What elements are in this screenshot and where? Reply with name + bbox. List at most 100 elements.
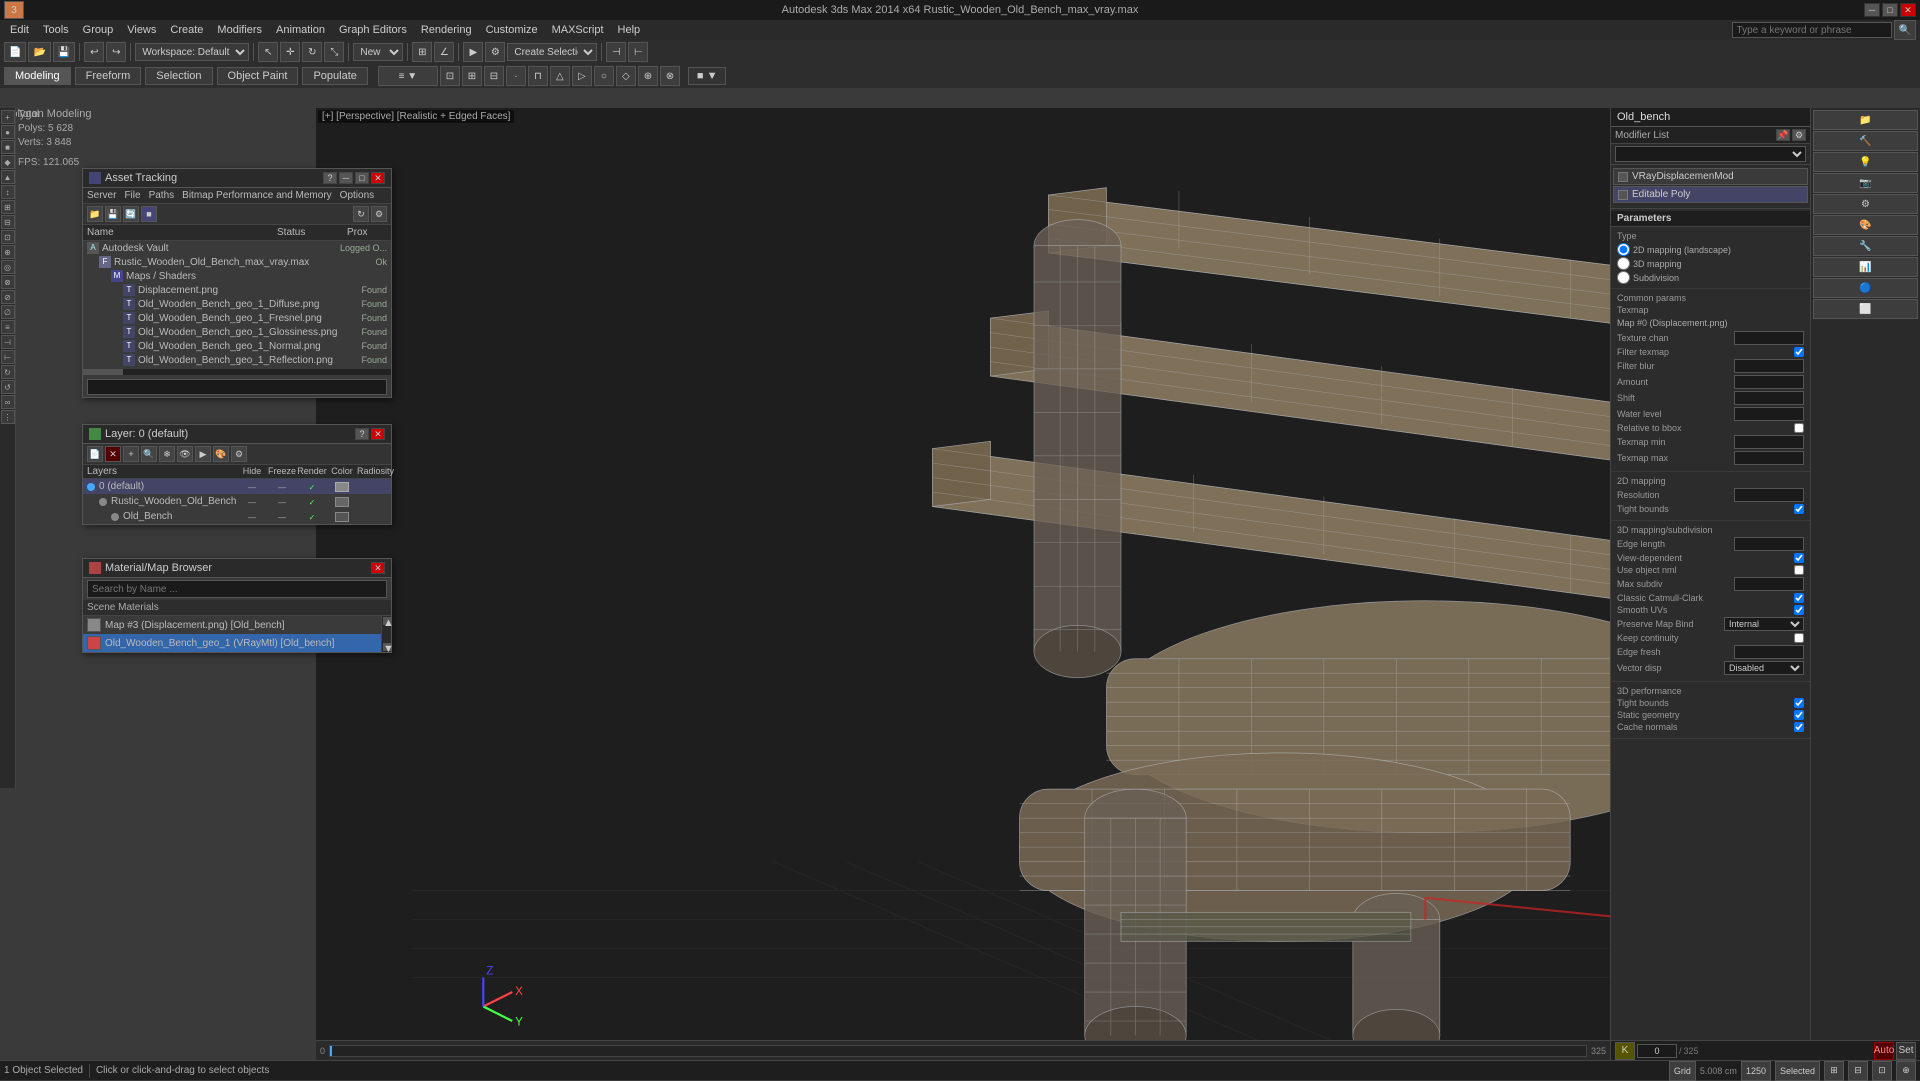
asset-tool-refresh[interactable]: ↻ [353, 206, 369, 222]
layer-old-color-cell[interactable] [327, 512, 357, 522]
layer-item-old-bench[interactable]: Old_Bench — — ✓ [83, 509, 391, 524]
menu-customize[interactable]: Customize [480, 22, 544, 38]
use-obj-nml-checkbox[interactable] [1794, 565, 1804, 575]
anim-key-btn[interactable]: K [1615, 1042, 1635, 1060]
sidebar-icon-12[interactable]: ⊗ [1, 275, 15, 289]
menu-views[interactable]: Views [121, 22, 162, 38]
modeling-btn8[interactable]: ▷ [572, 66, 592, 86]
mod-item-epoly[interactable]: Editable Poly [1613, 186, 1808, 203]
asset-item-reflection[interactable]: T Old_Wooden_Bench_geo_1_Reflection.png … [83, 353, 391, 367]
right-btn-8[interactable]: 📊 [1813, 257, 1918, 277]
mod-pin-btn[interactable]: 📌 [1776, 129, 1790, 141]
texture-chan-input[interactable]: 1 [1734, 331, 1804, 345]
asset-tool-1[interactable]: 📁 [87, 206, 103, 222]
asset-maximize-btn[interactable]: □ [355, 172, 369, 184]
asset-item-max-file[interactable]: F Rustic_Wooden_Old_Bench_max_vray.max O… [83, 255, 391, 269]
sidebar-icon-5[interactable]: ▲ [1, 170, 15, 184]
grid-btn[interactable]: Grid [1669, 1061, 1696, 1081]
rel-bbox-checkbox[interactable] [1794, 423, 1804, 433]
modeling-btn10[interactable]: ◇ [616, 66, 636, 86]
timeline-bar[interactable] [329, 1045, 1587, 1057]
mat-search-input[interactable] [87, 580, 387, 598]
layer-tool-hide[interactable]: 👁 [177, 446, 193, 462]
asset-help-btn[interactable]: ? [323, 172, 337, 184]
tab-object-paint[interactable]: Object Paint [217, 67, 299, 85]
menu-modifiers[interactable]: Modifiers [211, 22, 268, 38]
modifier-dropdown[interactable] [1615, 146, 1806, 162]
modeling-btn11[interactable]: ⊕ [638, 66, 658, 86]
menu-maxscript[interactable]: MAXScript [546, 22, 610, 38]
save-file-button[interactable]: 💾 [53, 42, 75, 62]
layer-close-btn[interactable]: ✕ [371, 428, 385, 440]
mat-close-btn[interactable]: ✕ [371, 562, 385, 574]
extra-control[interactable]: ■ ▼ [688, 67, 727, 85]
select-button[interactable]: ↖ [258, 42, 278, 62]
mod-checkbox-epoly[interactable] [1618, 190, 1628, 200]
sidebar-icon-14[interactable]: ∅ [1, 305, 15, 319]
sidebar-icon-7[interactable]: ⊞ [1, 200, 15, 214]
mod-checkbox-vray[interactable] [1618, 172, 1628, 182]
asset-item-diffuse[interactable]: T Old_Wooden_Bench_geo_1_Diffuse.png Fou… [83, 297, 391, 311]
filter-texmap-checkbox[interactable] [1794, 347, 1804, 357]
texmap-max-input[interactable]: 1.0 [1734, 451, 1804, 465]
search-button[interactable]: 🔍 [1894, 20, 1916, 40]
open-file-button[interactable]: 📂 [28, 42, 50, 62]
mirror-button[interactable]: ⊣ [606, 42, 626, 62]
tab-selection[interactable]: Selection [145, 67, 212, 85]
tab-populate[interactable]: Populate [302, 67, 367, 85]
undo-button[interactable]: ↩ [84, 42, 104, 62]
mat-item-displacement[interactable]: Map #3 (Displacement.png) [Old_bench] [83, 616, 381, 634]
sidebar-icon-8[interactable]: ⊟ [1, 215, 15, 229]
amount-input[interactable]: 1.0cm [1734, 375, 1804, 389]
texmap-min-input[interactable]: 0.0 [1734, 435, 1804, 449]
layer-tool-delete[interactable]: ✕ [105, 446, 121, 462]
bottom-btn-4[interactable]: ⊕ [1896, 1061, 1916, 1081]
sidebar-icon-13[interactable]: ⊘ [1, 290, 15, 304]
layer-bench-color-cell[interactable] [327, 497, 357, 507]
selected-btn[interactable]: Selected [1775, 1061, 1820, 1081]
mod-settings-btn[interactable]: ⚙ [1792, 129, 1806, 141]
asset-scrollbar[interactable] [83, 369, 391, 375]
menu-graph-editors[interactable]: Graph Editors [333, 22, 413, 38]
search-input[interactable] [1732, 22, 1892, 38]
right-btn-7[interactable]: 🔧 [1813, 236, 1918, 256]
layer-tool-color[interactable]: 🎨 [213, 446, 229, 462]
maximize-button[interactable]: □ [1882, 3, 1898, 17]
menu-edit[interactable]: Edit [4, 22, 35, 38]
layer-item-0-default[interactable]: 0 (default) — — ✓ [83, 479, 391, 494]
sidebar-icon-2[interactable]: ● [1, 125, 15, 139]
bottom-btn-2[interactable]: ⊟ [1848, 1061, 1868, 1081]
tab-modeling[interactable]: Modeling [4, 67, 71, 85]
align-button[interactable]: ⊢ [628, 42, 648, 62]
layer-tool-select[interactable]: 🔍 [141, 446, 157, 462]
right-btn-10[interactable]: ⬜ [1813, 299, 1918, 319]
timeline[interactable]: 0 325 [316, 1040, 1610, 1060]
mod-item-vray[interactable]: VRayDisplacemenMod [1613, 168, 1808, 185]
menu-tools[interactable]: Tools [37, 22, 75, 38]
right-btn-1[interactable]: 📁 [1813, 110, 1918, 130]
modeling-btn4[interactable]: ⊟ [484, 66, 504, 86]
set-key-btn[interactable]: Set [1896, 1042, 1916, 1060]
sidebar-icon-10[interactable]: ⊕ [1, 245, 15, 259]
view-dropdown[interactable]: New [353, 43, 403, 61]
sidebar-icon-1[interactable]: + [1, 110, 15, 124]
static-geom-checkbox[interactable] [1794, 710, 1804, 720]
redo-button[interactable]: ↪ [106, 42, 126, 62]
sidebar-icon-21[interactable]: ⋮ [1, 410, 15, 424]
asset-tool-settings[interactable]: ⚙ [371, 206, 387, 222]
asset-tool-2[interactable]: 💾 [105, 206, 121, 222]
scale-button[interactable]: ⤡ [324, 42, 344, 62]
asset-tool-4[interactable]: ■ [141, 206, 157, 222]
new-file-button[interactable]: 📄 [4, 42, 26, 62]
asset-item-fresnel[interactable]: T Old_Wooden_Bench_geo_1_Fresnel.png Fou… [83, 311, 391, 325]
bottom-btn-3[interactable]: ⊡ [1872, 1061, 1892, 1081]
water-level-input[interactable]: 0 [1734, 407, 1804, 421]
menu-rendering[interactable]: Rendering [415, 22, 478, 38]
asset-search-input[interactable] [87, 379, 387, 395]
radio-subdiv[interactable]: Subdivision [1617, 271, 1804, 284]
asset-item-maps-shaders[interactable]: M Maps / Shaders [83, 269, 391, 283]
asset-menu-bitmap[interactable]: Bitmap Performance and Memory [182, 190, 332, 201]
mat-item-vray-mtl[interactable]: Old_Wooden_Bench_geo_1 (VRayMtl) [Old_be… [83, 634, 381, 652]
max-subdiv-input[interactable]: 64 [1734, 577, 1804, 591]
right-btn-4[interactable]: 📷 [1813, 173, 1918, 193]
